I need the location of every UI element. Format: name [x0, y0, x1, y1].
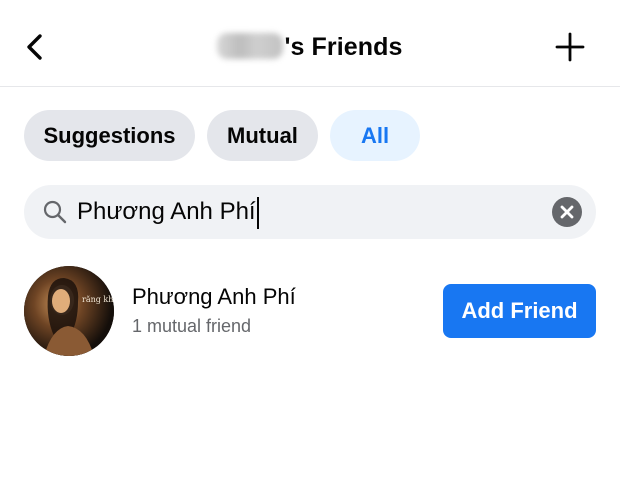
text-caret — [256, 196, 259, 229]
chip-mutual[interactable]: Mutual — [207, 110, 318, 161]
avatar-image: răng khôn — [24, 266, 114, 356]
filter-chips: Suggestions Mutual All — [24, 110, 420, 161]
add-friend-button[interactable]: Add Friend — [443, 284, 596, 338]
search-icon — [43, 200, 67, 224]
blurred-username — [217, 33, 284, 59]
friend-result-row[interactable]: răng khôn Phương Anh Phí 1 mutual friend… — [0, 264, 620, 358]
page-title: 's Friends — [0, 30, 620, 64]
add-friend-plus-button[interactable] — [553, 30, 587, 64]
clear-search-button[interactable] — [552, 197, 582, 227]
search-bar[interactable]: Phương Anh Phí — [24, 185, 596, 239]
avatar-caption: răng khôn — [82, 295, 114, 304]
mutual-friends-count: 1 mutual friend — [132, 316, 252, 336]
page-title-suffix: 's Friends — [284, 33, 403, 61]
clear-icon — [560, 205, 574, 219]
plus-icon — [555, 32, 585, 62]
header: 's Friends — [0, 0, 620, 87]
chip-all[interactable]: All — [330, 110, 420, 161]
chip-suggestions[interactable]: Suggestions — [24, 110, 195, 161]
search-input[interactable]: Phương Anh Phí — [77, 185, 259, 239]
avatar[interactable]: răng khôn — [24, 266, 114, 356]
search-input-value: Phương Anh Phí — [77, 198, 256, 225]
friend-name[interactable]: Phương Anh Phí — [132, 284, 296, 310]
